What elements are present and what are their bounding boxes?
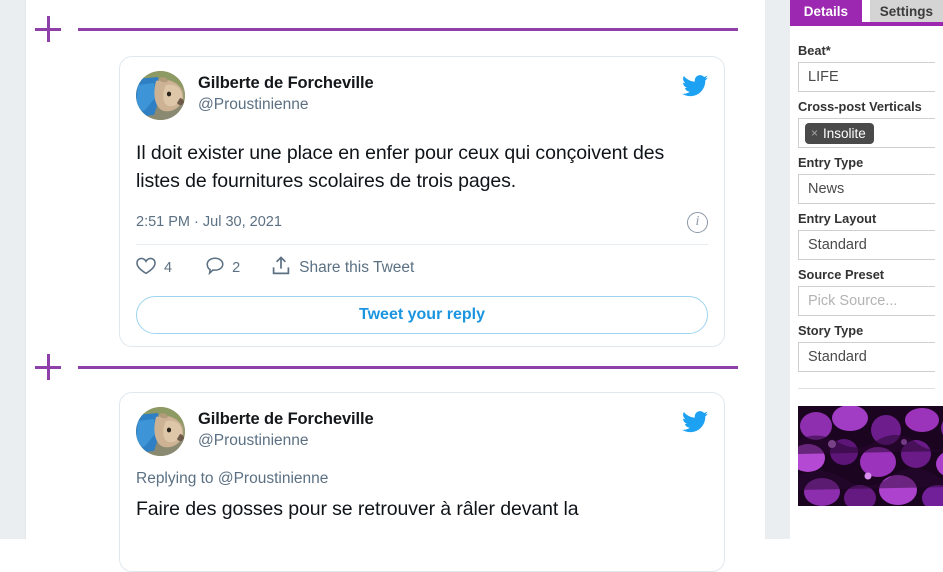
story-type-input[interactable]: Standard	[798, 342, 935, 372]
field-cross-post-verticals: Cross-post Verticals × Insolite	[798, 99, 935, 148]
field-source-preset: Source Preset Pick Source...	[798, 267, 935, 316]
metadata-form: Beat* LIFE Cross-post Verticals × Insoli…	[790, 26, 943, 389]
tweet-display-name: Gilberte de Forcheville	[198, 74, 374, 92]
share-tweet-button[interactable]: Share this Tweet	[272, 255, 415, 280]
chip-remove-icon[interactable]: ×	[811, 126, 818, 140]
entry-editor-canvas: Gilberte de Forcheville @Proustinienne I…	[27, 0, 765, 572]
panel-section-divider	[798, 388, 935, 389]
insert-divider-line[interactable]	[78, 365, 738, 369]
plus-icon[interactable]	[35, 354, 61, 380]
plus-icon[interactable]	[35, 16, 61, 42]
chip-label: Insolite	[823, 125, 866, 141]
tweet-timestamp: 2:51 PM · Jul 30, 2021	[136, 214, 282, 231]
comment-icon	[206, 257, 224, 279]
insert-divider-line[interactable]	[78, 27, 738, 31]
insert-block-row-middle	[27, 352, 738, 382]
avatar	[136, 407, 185, 456]
tweet-meta-row: 2:51 PM · Jul 30, 2021 i	[136, 211, 708, 233]
field-label-entry-type: Entry Type	[798, 155, 864, 170]
tweet-handle: @Proustinienne	[198, 431, 309, 449]
like-count: 4	[164, 259, 173, 276]
tweet-text: Il doit exister une place en enfer pour …	[136, 142, 665, 193]
tweet-header: Gilberte de Forcheville @Proustinienne	[136, 407, 708, 456]
info-icon[interactable]: i	[687, 211, 708, 233]
source-preset-input[interactable]: Pick Source...	[798, 286, 935, 316]
twitter-bird-icon[interactable]	[682, 411, 708, 433]
twitter-bird-icon[interactable]	[682, 75, 708, 97]
like-stat[interactable]: 4	[136, 257, 172, 279]
tab-details[interactable]: Details	[790, 0, 862, 22]
reply-stat[interactable]: 2	[206, 257, 240, 279]
field-entry-type: Entry Type News	[798, 155, 935, 204]
chip-insolite[interactable]: × Insolite	[805, 122, 874, 144]
tweet-your-reply-button[interactable]: Tweet your reply	[136, 295, 708, 334]
tweet-text: Faire des gosses pour se retrouver à râl…	[136, 498, 579, 520]
heart-icon	[136, 257, 156, 279]
tweet-display-name: Gilberte de Forcheville	[198, 410, 374, 428]
entry-type-input[interactable]: News	[798, 174, 935, 204]
reply-count: 2	[232, 259, 241, 276]
entry-metadata-panel: Details Settings Beat* LIFE Cross-post V…	[790, 0, 943, 539]
panel-tabs: Details Settings	[790, 0, 943, 22]
tweet-header: Gilberte de Forcheville @Proustinienne	[136, 71, 708, 120]
field-label-story-type: Story Type	[798, 323, 864, 338]
field-label-cross-post-verticals: Cross-post Verticals	[798, 99, 922, 114]
cross-post-verticals-input[interactable]: × Insolite	[798, 118, 935, 148]
tweet-embed-card[interactable]: Gilberte de Forcheville @Proustinienne I…	[119, 56, 725, 347]
field-entry-layout: Entry Layout Standard	[798, 211, 935, 260]
panel-gutter	[765, 0, 790, 539]
avatar	[136, 71, 185, 120]
tweet-stats-row: 4 2 Share this Tweet	[136, 255, 708, 280]
replying-to-label: Replying to @Proustinienne	[136, 470, 329, 487]
tweet-embed-card[interactable]: Gilberte de Forcheville @Proustinienne R…	[119, 392, 725, 572]
insert-block-row-top	[27, 14, 738, 44]
tab-settings[interactable]: Settings	[869, 0, 943, 22]
field-label-source-preset: Source Preset	[798, 267, 885, 282]
tweet-divider	[136, 243, 708, 245]
field-label-beat: Beat*	[798, 43, 831, 58]
tweet-handle: @Proustinienne	[198, 95, 309, 113]
tweet-author: Gilberte de Forcheville @Proustinienne	[198, 407, 374, 450]
share-icon	[272, 255, 290, 280]
beat-input[interactable]: LIFE	[798, 62, 935, 92]
field-label-entry-layout: Entry Layout	[798, 211, 877, 226]
field-beat: Beat* LIFE	[798, 43, 935, 92]
share-label: Share this Tweet	[299, 258, 415, 276]
entry-thumbnail[interactable]	[798, 406, 943, 506]
entry-layout-input[interactable]: Standard	[798, 230, 935, 260]
left-rail	[0, 0, 26, 539]
field-story-type: Story Type Standard	[798, 323, 935, 372]
tweet-author: Gilberte de Forcheville @Proustinienne	[198, 71, 374, 114]
